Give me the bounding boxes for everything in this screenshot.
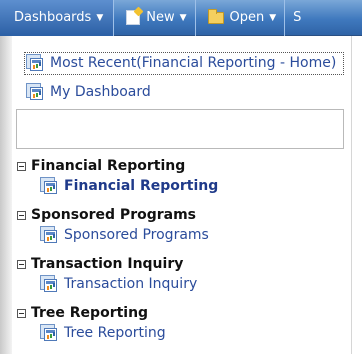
overflow-label: S (293, 10, 302, 25)
category-transaction-inquiry[interactable]: Transaction Inquiry (17, 256, 183, 272)
menu-item-tree-reporting[interactable]: Tree Reporting (40, 324, 166, 342)
category-title: Financial Reporting (31, 158, 186, 174)
menu-item-sponsored-programs[interactable]: Sponsored Programs (40, 226, 209, 244)
collapse-icon[interactable] (17, 161, 26, 171)
menu-item-financial-reporting[interactable]: Financial Reporting (40, 177, 218, 195)
item-label: Sponsored Programs (64, 227, 209, 243)
collapse-icon[interactable] (17, 308, 26, 318)
category-tree-reporting[interactable]: Tree Reporting (17, 305, 148, 321)
background-page-edge (0, 36, 12, 354)
menu-item-my-dashboard[interactable]: My Dashboard (26, 83, 151, 101)
new-menu-button[interactable]: New ▼ (114, 0, 196, 36)
chevron-down-icon: ▼ (269, 12, 277, 23)
chevron-down-icon: ▼ (179, 12, 187, 23)
dashboards-menu-button[interactable]: Dashboards ▼ (0, 0, 115, 36)
open-menu-button[interactable]: Open ▼ (196, 0, 286, 36)
dashboards-dropdown-menu: Most Recent(Financial Reporting - Home) … (12, 36, 352, 354)
category-title: Transaction Inquiry (31, 256, 184, 272)
empty-dashboard-area (16, 109, 344, 149)
folder-icon (207, 8, 224, 24)
dashboard-icon (40, 177, 58, 195)
collapse-icon[interactable] (17, 210, 26, 220)
menu-item-transaction-inquiry[interactable]: Transaction Inquiry (40, 275, 197, 293)
dashboard-toolbar: Dashboards ▼ New ▼ Open ▼ S (0, 0, 362, 36)
item-label: Financial Reporting (64, 178, 219, 194)
new-document-icon (126, 10, 141, 25)
dashboard-icon (40, 226, 58, 244)
item-label: Tree Reporting (64, 325, 166, 341)
dashboards-label: Dashboards (14, 10, 92, 25)
new-label: New (146, 10, 175, 25)
dashboard-icon (40, 324, 58, 342)
category-sponsored-programs[interactable]: Sponsored Programs (17, 207, 196, 223)
menu-item-most-recent[interactable]: Most Recent(Financial Reporting - Home) (26, 54, 336, 72)
item-label: Transaction Inquiry (64, 276, 198, 292)
category-title: Sponsored Programs (31, 207, 197, 223)
dashboard-icon (26, 54, 44, 72)
collapse-icon[interactable] (17, 259, 26, 269)
dashboard-icon (26, 83, 44, 101)
toolbar-overflow-item[interactable]: S (285, 0, 301, 36)
category-financial-reporting[interactable]: Financial Reporting (17, 158, 185, 174)
dashboard-icon (40, 275, 58, 293)
chevron-down-icon: ▼ (96, 12, 104, 23)
category-title: Tree Reporting (31, 305, 149, 321)
most-recent-label: Most Recent(Financial Reporting - Home) (50, 55, 337, 71)
my-dashboard-label: My Dashboard (50, 84, 151, 100)
open-label: Open (229, 10, 265, 25)
